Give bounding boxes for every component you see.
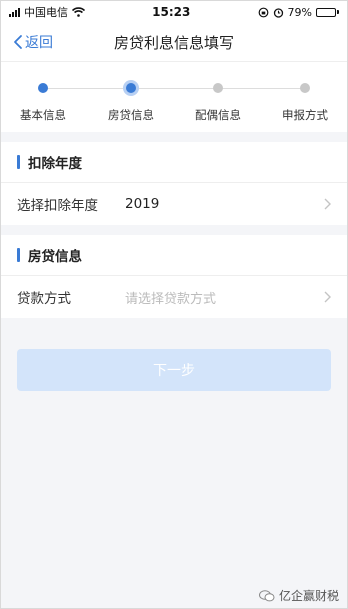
back-chevron-icon (14, 35, 22, 49)
next-step-button[interactable]: 下一步 (17, 349, 331, 391)
deduction-year-label: 选择扣除年度 (17, 198, 98, 214)
deduction-year-value: 2019 (125, 196, 160, 212)
section-title: 房贷信息 (28, 249, 82, 265)
section-title: 扣除年度 (28, 156, 82, 172)
back-button[interactable]: 返回 (13, 23, 53, 61)
loan-method-row[interactable]: 贷款方式 请选择贷款方式 (1, 276, 347, 318)
back-label: 返回 (25, 35, 53, 51)
loan-method-label: 贷款方式 (17, 291, 71, 307)
chevron-right-icon (324, 198, 331, 210)
step-dot (213, 83, 223, 93)
step-label: 配偶信息 (195, 108, 241, 122)
step-declare-method: 申报方式 (265, 80, 345, 123)
nav-bar: 返回 房贷利息信息填写 (1, 23, 347, 61)
section-marker (17, 155, 20, 169)
wifi-icon (72, 7, 85, 17)
section-loan-info: 房贷信息 贷款方式 请选择贷款方式 (1, 235, 347, 318)
loan-method-placeholder: 请选择贷款方式 (125, 291, 217, 307)
step-dot (38, 83, 48, 93)
section-header: 房贷信息 (1, 235, 347, 276)
step-dot (126, 83, 136, 93)
wechat-icon (258, 589, 275, 601)
deduction-year-row[interactable]: 选择扣除年度 2019 (1, 183, 347, 225)
step-label: 申报方式 (282, 108, 328, 122)
step-spouse-info: 配偶信息 (178, 80, 258, 123)
step-loan-info: 房贷信息 (91, 80, 171, 123)
battery-percent: 79% (287, 5, 312, 19)
signal-icon (9, 7, 20, 17)
section-deduction-year: 扣除年度 选择扣除年度 2019 (1, 142, 347, 225)
battery-icon (316, 7, 339, 17)
alarm-icon (273, 7, 283, 18)
section-header: 扣除年度 (1, 142, 347, 183)
status-bar: 中国电信 15:23 79% (1, 1, 347, 23)
carrier-label: 中国电信 (24, 6, 68, 19)
chevron-right-icon (324, 291, 331, 303)
step-basic-info: 基本信息 (3, 80, 83, 123)
progress-steps: 基本信息 房贷信息 配偶信息 申报方式 (1, 61, 347, 132)
step-label: 房贷信息 (108, 108, 154, 122)
watermark-text: 亿企赢财税 (278, 589, 339, 603)
section-marker (17, 248, 20, 262)
watermark: 亿企赢财税 (258, 587, 339, 604)
lock-rotation-icon (258, 7, 268, 17)
step-label: 基本信息 (20, 108, 66, 122)
step-dot (300, 83, 310, 93)
status-time: 15:23 (152, 5, 191, 19)
